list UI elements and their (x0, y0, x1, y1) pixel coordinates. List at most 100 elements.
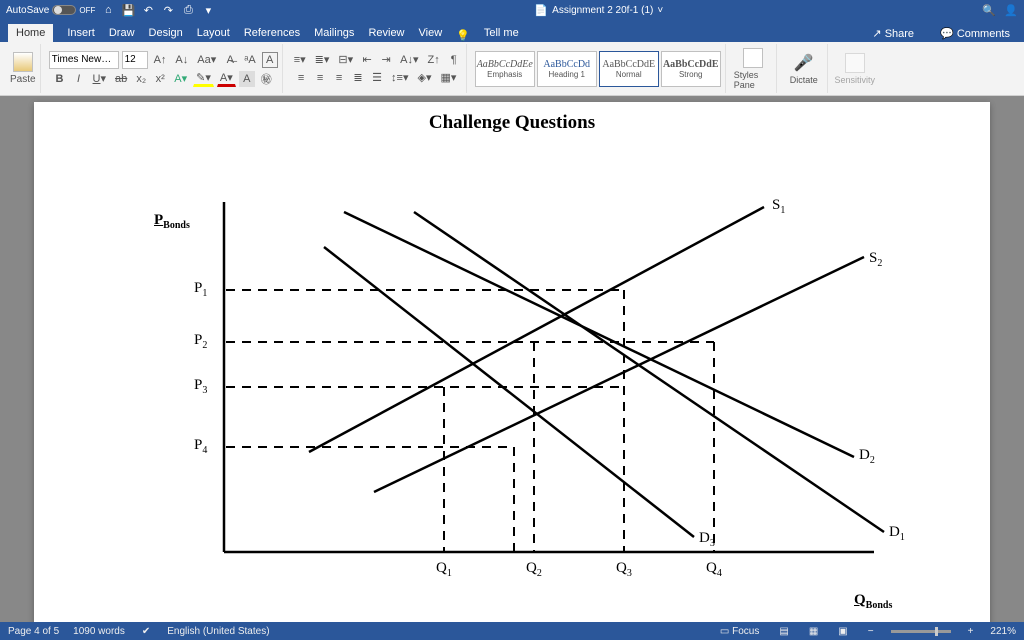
tab-design[interactable]: Design (149, 24, 183, 42)
p1-label: P1 (194, 280, 207, 299)
clipboard-group: Paste (6, 44, 41, 93)
font-name-select[interactable] (49, 51, 119, 69)
q3-label: Q3 (616, 560, 632, 579)
language-indicator[interactable]: English (United States) (167, 626, 269, 637)
document-area[interactable]: Challenge Questions (0, 96, 1024, 622)
undo-icon[interactable]: ↶ (141, 3, 155, 17)
italic-button[interactable]: I (71, 71, 87, 87)
tab-references[interactable]: References (244, 24, 300, 42)
dictate-button[interactable]: 🎤 Dictate (785, 53, 823, 85)
share-button[interactable]: ↗ Share (866, 25, 920, 42)
save-icon[interactable]: 💾 (121, 3, 135, 17)
bold-button[interactable]: B (52, 71, 68, 87)
title-chevron-icon[interactable]: ˅ (657, 5, 663, 16)
style-normal[interactable]: AaBbCcDdENormal (599, 51, 659, 87)
tab-tellme[interactable]: Tell me (484, 24, 519, 42)
grow-font-button[interactable]: A↑ (151, 52, 170, 68)
paste-icon[interactable] (13, 52, 33, 72)
shrink-font-button[interactable]: A↓ (172, 52, 191, 68)
style-emphasis[interactable]: AaBbCcDdEeEmphasis (475, 51, 535, 87)
styles-pane-button[interactable]: Styles Pane (734, 48, 772, 90)
more-icon[interactable]: ▾ (201, 3, 215, 17)
titlebar: AutoSave OFF ⌂ 💾 ↶ ↷ ⎙ ▾ 📄 Assignment 2 … (0, 0, 1024, 20)
tab-review[interactable]: Review (368, 24, 404, 42)
document-page: Challenge Questions (34, 102, 990, 622)
focus-button[interactable]: ▭ Focus (717, 626, 762, 637)
read-mode-icon[interactable]: ▤ (776, 626, 791, 637)
styles-pane-group: Styles Pane (730, 44, 777, 93)
user-icon[interactable]: 👤 (1004, 3, 1018, 17)
comments-button[interactable]: 💬 Comments (934, 25, 1016, 42)
style-heading1[interactable]: AaBbCcDdHeading 1 (537, 51, 597, 87)
font-size-select[interactable] (122, 51, 148, 69)
autosave-toggle[interactable]: AutoSave OFF (6, 5, 95, 16)
tab-draw[interactable]: Draw (109, 24, 135, 42)
tab-mailings[interactable]: Mailings (314, 24, 354, 42)
text-effects-button[interactable]: A▾ (171, 71, 190, 87)
styles-group: AaBbCcDdEeEmphasis AaBbCcDdHeading 1 AaB… (471, 44, 726, 93)
line-spacing-button[interactable]: ↕≡▾ (388, 70, 411, 86)
borders-button[interactable]: ▦▾ (437, 70, 459, 86)
zoom-slider[interactable] (891, 630, 951, 633)
numbering-button[interactable]: ≣▾ (312, 52, 333, 68)
style-strong[interactable]: AaBbCcDdEStrong (661, 51, 721, 87)
tab-layout[interactable]: Layout (197, 24, 230, 42)
strike-button[interactable]: ab (112, 71, 130, 87)
sensitivity-group: Sensitivity (832, 44, 878, 93)
bullets-button[interactable]: ≡▾ (291, 52, 309, 68)
increase-indent-button[interactable]: ⇥ (378, 52, 394, 68)
decrease-indent-button[interactable]: ⇤ (359, 52, 375, 68)
char-border-button[interactable]: A (262, 52, 278, 68)
print-layout-icon[interactable]: ▦ (806, 626, 821, 637)
x-axis-title: QBonds (854, 592, 892, 611)
zoom-level[interactable]: 221% (990, 626, 1016, 637)
sensitivity-button[interactable]: Sensitivity (836, 53, 874, 85)
change-case-button[interactable]: Aa▾ (194, 52, 219, 68)
d2-label: D2 (859, 447, 875, 466)
zoom-in-button[interactable]: + (965, 626, 977, 637)
web-layout-icon[interactable]: ▣ (835, 626, 850, 637)
lightbulb-icon: 💡 (456, 29, 470, 42)
redo-icon[interactable]: ↷ (161, 3, 175, 17)
show-marks-button[interactable]: ¶ (446, 52, 462, 68)
enclose-button[interactable]: ㊙ (258, 71, 275, 87)
highlight-button[interactable]: ✎▾ (193, 71, 214, 87)
tab-view[interactable]: View (419, 24, 443, 42)
shading-button[interactable]: ◈▾ (414, 70, 434, 86)
q2-label: Q2 (526, 560, 542, 579)
char-shading-button[interactable]: A (239, 71, 255, 87)
underline-button[interactable]: U▾ (90, 71, 109, 87)
search-icon[interactable]: 🔍 (982, 3, 996, 17)
toggle-pill[interactable] (52, 5, 76, 15)
superscript-button[interactable]: x² (152, 71, 168, 87)
justify-button[interactable]: ≣ (350, 70, 366, 86)
document-title: Assignment 2 20f-1 (1) (552, 5, 653, 16)
align-center-button[interactable]: ≡ (312, 70, 328, 86)
tab-home[interactable]: Home (8, 24, 53, 42)
autosave-state: OFF (79, 6, 95, 15)
q1-label: Q1 (436, 560, 452, 579)
print-icon[interactable]: ⎙ (181, 3, 195, 17)
q4-label: Q4 (706, 560, 722, 579)
clear-format-button[interactable]: A̶ (222, 52, 238, 68)
align-left-button[interactable]: ≡ (293, 70, 309, 86)
tab-insert[interactable]: Insert (67, 24, 95, 42)
word-count[interactable]: 1090 words (73, 626, 125, 637)
multilevel-button[interactable]: ⊟▾ (335, 52, 356, 68)
dictate-group: 🎤 Dictate (781, 44, 828, 93)
font-color-button[interactable]: A▾ (217, 71, 236, 87)
supply-demand-chart: PBonds QBonds P1 P2 P3 P4 Q1 Q2 Q3 Q4 S1… (154, 152, 934, 622)
sort-button[interactable]: A↓▾ (397, 52, 421, 68)
font-group: A↑ A↓ Aa▾ A̶ ᵃA A B I U▾ ab x₂ x² A▾ ✎▾ … (45, 44, 283, 93)
page-title: Challenge Questions (34, 112, 990, 134)
align-right-button[interactable]: ≡ (331, 70, 347, 86)
distribute-button[interactable]: ☰ (369, 70, 385, 86)
paste-label: Paste (10, 74, 36, 85)
spellcheck-icon[interactable]: ✔ (139, 626, 153, 637)
page-indicator[interactable]: Page 4 of 5 (8, 626, 59, 637)
phonetic-button[interactable]: ᵃA (241, 52, 258, 68)
sort2-button[interactable]: Z↑ (425, 52, 443, 68)
home-icon[interactable]: ⌂ (101, 3, 115, 17)
zoom-out-button[interactable]: − (865, 626, 877, 637)
subscript-button[interactable]: x₂ (133, 71, 149, 87)
